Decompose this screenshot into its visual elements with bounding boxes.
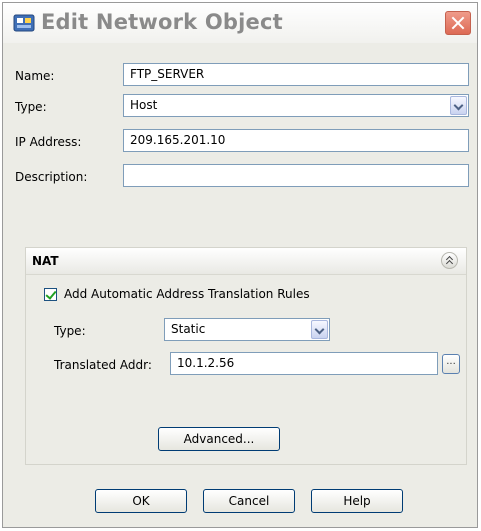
nat-title: NAT: [32, 254, 59, 268]
close-icon[interactable]: [445, 11, 471, 35]
collapse-icon[interactable]: [441, 252, 458, 269]
name-label: Name:: [15, 69, 55, 83]
ip-address-label: IP Address:: [15, 135, 82, 149]
edit-network-object-dialog: Edit Network Object Name: FTP_SERVER Typ…: [2, 2, 478, 528]
network-object-icon: [13, 14, 35, 32]
type-select[interactable]: Host: [123, 94, 469, 117]
name-field[interactable]: FTP_SERVER: [123, 63, 469, 86]
nat-panel: NAT Add Automatic Address Translation Ru…: [25, 247, 467, 465]
description-label: Description:: [15, 170, 88, 184]
chevron-down-icon[interactable]: [450, 96, 467, 115]
nat-type-select[interactable]: Static: [164, 318, 330, 341]
chevron-down-icon[interactable]: [311, 320, 328, 339]
type-select-value: Host: [130, 98, 158, 112]
translated-addr-label: Translated Addr:: [54, 358, 152, 372]
nat-type-label: Type:: [54, 324, 86, 338]
title-bar[interactable]: Edit Network Object: [3, 3, 477, 43]
browse-button[interactable]: ...: [442, 354, 460, 374]
auto-nat-checkbox[interactable]: [44, 288, 57, 301]
nat-panel-header[interactable]: NAT: [26, 248, 466, 275]
nat-type-value: Static: [171, 322, 206, 336]
cancel-button[interactable]: Cancel: [203, 489, 295, 513]
translated-addr-field[interactable]: 10.1.2.56: [170, 352, 438, 375]
help-button[interactable]: Help: [311, 489, 403, 513]
description-field[interactable]: [123, 164, 469, 187]
auto-nat-label: Add Automatic Address Translation Rules: [64, 287, 310, 301]
ok-button[interactable]: OK: [95, 489, 187, 513]
ip-address-field[interactable]: 209.165.201.10: [123, 129, 469, 152]
type-label: Type:: [15, 100, 47, 114]
dialog-title: Edit Network Object: [41, 10, 283, 34]
advanced-button[interactable]: Advanced...: [158, 427, 280, 451]
